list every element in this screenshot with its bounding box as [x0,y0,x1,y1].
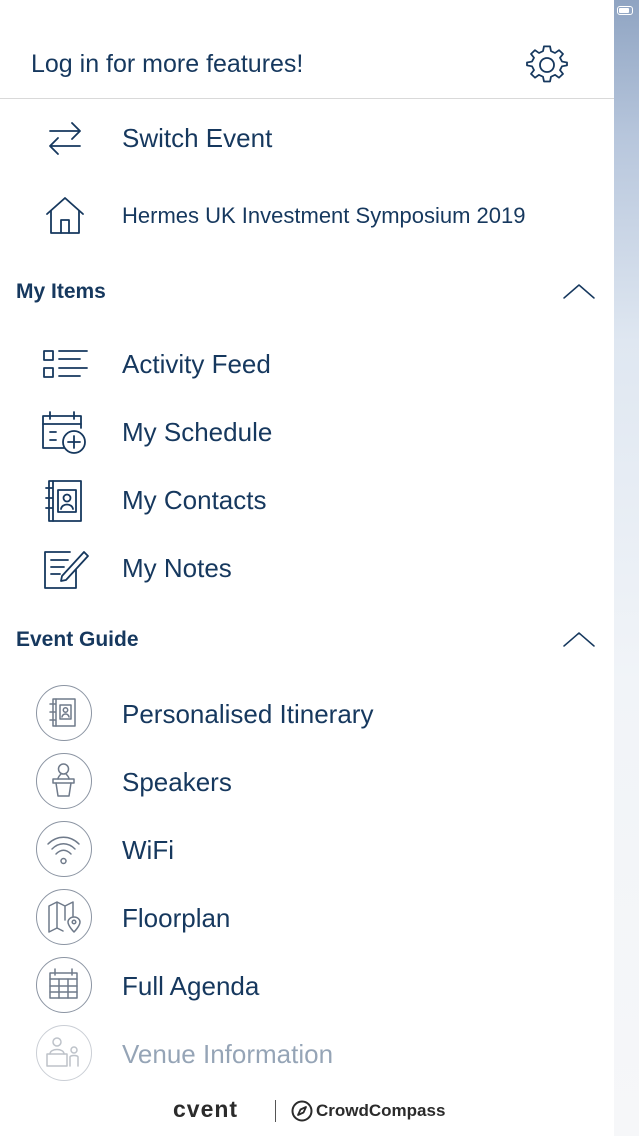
speakers-icon-circle [36,753,92,809]
switch-event-item[interactable]: Switch Event [0,106,614,170]
crowdcompass-logo: CrowdCompass [316,1101,446,1120]
wifi-icon [47,836,80,865]
floorplan-label: Floorplan [122,903,231,933]
full-agenda-item[interactable]: Full Agenda [0,954,614,1018]
floorplan-icon-circle [36,889,92,945]
note-pencil-icon [44,551,89,589]
activity-feed-label: Activity Feed [122,349,271,379]
login-prompt[interactable]: Log in for more features! [31,50,303,79]
calendar-grid-icon [49,968,78,999]
venue-information-label: Venue Information [122,1039,334,1069]
full-agenda-label: Full Agenda [122,971,260,1001]
floorplan-item[interactable]: Floorplan [0,886,614,950]
chevron-up-icon[interactable] [562,280,596,302]
wifi-label: WiFi [122,835,174,865]
event-guide-title: Event Guide [16,628,139,651]
wifi-icon-circle [36,821,92,877]
background-app-peek[interactable] [614,0,639,1136]
my-contacts-item[interactable]: My Contacts [0,468,614,532]
reception-desk-icon [46,1037,79,1067]
contact-book-icon [45,480,82,522]
my-schedule-item[interactable]: My Schedule [0,400,614,464]
itinerary-icon-circle [36,685,92,741]
current-event-label: Hermes UK Investment Symposium 2019 [122,203,526,228]
venue-information-item[interactable]: Venue Information [0,1022,614,1086]
footer-divider [275,1100,276,1122]
powered-by-footer: cvent CrowdCompass [0,1092,614,1132]
current-event-item[interactable]: Hermes UK Investment Symposium 2019 [0,184,614,248]
app-screen: Log in for more features! Switch Event H… [0,0,639,1136]
personalised-itinerary-label: Personalised Itinerary [122,699,374,729]
wifi-item[interactable]: WiFi [0,818,614,882]
personalised-itinerary-item[interactable]: Personalised Itinerary [0,682,614,746]
speaker-podium-icon [52,763,75,797]
switch-arrows-icon [49,122,81,155]
itinerary-book-icon [49,698,76,727]
activity-feed-item[interactable]: Activity Feed [0,332,614,396]
list-icon [43,350,88,378]
my-notes-item[interactable]: My Notes [0,536,614,600]
event-guide-section-header[interactable]: Event Guide [0,620,614,660]
crowdcompass-compass-icon [291,1100,313,1122]
my-contacts-label: My Contacts [122,485,267,515]
venue-icon-circle [36,1025,92,1081]
switch-event-label: Switch Event [122,123,273,153]
full-agenda-icon-circle [36,957,92,1013]
navigation-drawer: Log in for more features! Switch Event H… [0,0,614,1136]
battery-icon [617,6,633,15]
chevron-up-icon[interactable] [562,628,596,650]
speakers-label: Speakers [122,767,232,797]
calendar-add-icon [42,411,86,454]
my-schedule-label: My Schedule [122,417,273,447]
my-items-section-header[interactable]: My Items [0,272,614,312]
my-items-title: My Items [16,280,106,303]
cvent-logo: cvent [173,1096,239,1122]
home-icon [46,197,84,234]
speakers-item[interactable]: Speakers [0,750,614,814]
my-notes-label: My Notes [122,553,232,583]
drawer-header: Log in for more features! [0,0,614,99]
gear-icon[interactable] [526,45,568,85]
map-pin-icon [48,901,81,933]
